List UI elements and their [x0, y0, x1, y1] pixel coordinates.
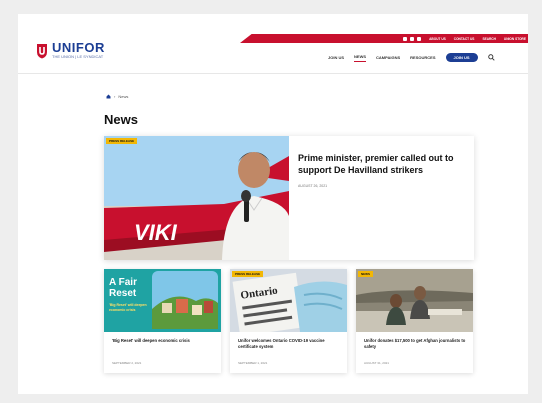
- news-card-title[interactable]: Unifor welcomes Ontario COVID-19 vaccine…: [238, 338, 340, 350]
- news-card[interactable]: A Fair Reset 'Big Reset' will deepen eco…: [104, 269, 221, 373]
- shield-logo-icon: [37, 44, 47, 59]
- news-card-title[interactable]: Unifor donates $17,500 to get Afghan jou…: [364, 338, 466, 350]
- breadcrumb-separator: ›: [114, 94, 116, 99]
- page-title: News: [104, 112, 138, 127]
- featured-article-image[interactable]: VIKI Press Release: [104, 136, 289, 260]
- news-card-tag: Press Release: [232, 271, 264, 277]
- news-card-tag: News: [358, 271, 373, 277]
- unifor-logo[interactable]: UNIFOR THE UNION | LE SYNDICAT: [36, 40, 105, 60]
- search-icon[interactable]: [487, 54, 495, 61]
- brand-name: UNIFOR: [52, 40, 105, 55]
- nav-item-resources[interactable]: Resources: [410, 55, 435, 60]
- featured-title[interactable]: Prime minister, premier called out to su…: [298, 152, 468, 176]
- breadcrumb-current: News: [118, 94, 129, 99]
- brand-tagline: THE UNION | LE SYNDICAT: [52, 54, 104, 59]
- featured-article-card[interactable]: VIKI Press Release Prime minister, premi…: [104, 136, 474, 260]
- promo-line-2: Reset: [109, 288, 137, 299]
- promo-headline: A Fair Reset: [109, 277, 137, 299]
- nav-item-join[interactable]: Join Us: [328, 55, 344, 60]
- news-card-date: September 2, 2021: [112, 361, 142, 365]
- news-card-date: September 1, 2021: [238, 361, 268, 365]
- twitter-icon[interactable]: [410, 36, 415, 41]
- news-card-image[interactable]: A Fair Reset 'Big Reset' will deepen eco…: [104, 269, 221, 332]
- news-card[interactable]: Ontario Press Release Unifor welcomes On…: [230, 269, 347, 373]
- featured-tag: Press Release: [106, 138, 138, 144]
- breadcrumb: › News: [106, 94, 128, 99]
- promo-subtext: 'Big Reset' will deepen economic crisis: [109, 303, 147, 312]
- utility-bar: About Us Contact Us Search Union Store: [240, 34, 528, 43]
- site-header: UNIFOR THE UNION | LE SYNDICAT About Us …: [18, 14, 528, 74]
- home-icon[interactable]: [106, 94, 111, 99]
- nav-item-news[interactable]: News: [354, 54, 367, 62]
- utility-link-contact[interactable]: Contact Us: [454, 37, 475, 41]
- promo-line-1: A Fair: [109, 277, 137, 288]
- news-card-image[interactable]: News: [356, 269, 473, 332]
- utility-link-about[interactable]: About Us: [429, 37, 446, 41]
- news-card-image[interactable]: Ontario Press Release: [230, 269, 347, 332]
- featured-image-text: VIKI: [134, 220, 178, 245]
- featured-date: August 26, 2021: [298, 184, 328, 188]
- social-links: [403, 36, 422, 41]
- main-nav: Join Us News Campaigns Resources Join Us: [328, 53, 495, 62]
- utility-link-store[interactable]: Union Store: [504, 37, 526, 41]
- facebook-icon[interactable]: [403, 36, 408, 41]
- news-card[interactable]: News Unifor donates $17,500 to get Afgha…: [356, 269, 473, 373]
- news-card-title[interactable]: 'Big Reset' will deepen economic crisis: [112, 338, 214, 344]
- nav-item-campaigns[interactable]: Campaigns: [376, 55, 400, 60]
- join-us-button[interactable]: Join Us: [445, 53, 478, 62]
- page: UNIFOR THE UNION | LE SYNDICAT About Us …: [18, 14, 528, 394]
- news-card-date: August 31, 2021: [364, 361, 389, 365]
- utility-link-search[interactable]: Search: [482, 37, 495, 41]
- youtube-icon[interactable]: [417, 36, 422, 41]
